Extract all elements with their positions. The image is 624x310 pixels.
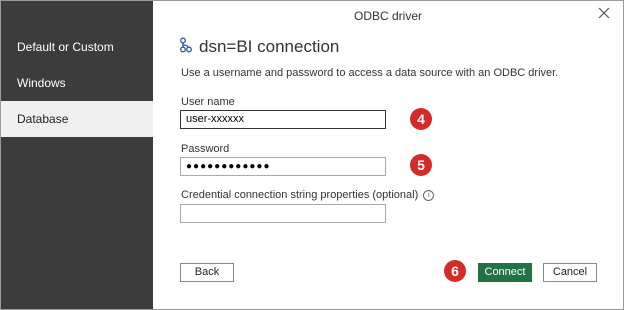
sidebar: Default or Custom Windows Database [1, 1, 153, 309]
page-heading: dsn=BI connection [179, 36, 339, 58]
username-input[interactable]: user-xxxxxx [180, 110, 386, 129]
password-input[interactable]: ●●●●●●●●●●●● [180, 157, 386, 176]
credential-label-text: Credential connection string properties … [181, 189, 419, 201]
username-label: User name [181, 96, 235, 108]
connect-button[interactable]: Connect [478, 263, 532, 282]
sidebar-item-label: Database [17, 112, 69, 126]
sidebar-item-default-or-custom[interactable]: Default or Custom [1, 29, 153, 65]
odbc-connection-icon [179, 37, 193, 58]
description-text: Use a username and password to access a … [181, 67, 559, 79]
password-label: Password [181, 143, 230, 155]
page-title: dsn=BI connection [199, 37, 340, 56]
credential-label: Credential connection string properties … [181, 189, 435, 201]
username-value: user-xxxxxx [186, 113, 245, 125]
odbc-driver-dialog: Default or Custom Windows Database ODBC … [0, 0, 624, 310]
callout-badge-connect: 6 [444, 260, 466, 282]
callout-badge-password: 5 [410, 154, 432, 176]
sidebar-item-windows[interactable]: Windows [1, 65, 153, 101]
credential-input[interactable] [180, 204, 386, 223]
sidebar-item-label: Default or Custom [17, 40, 114, 54]
cancel-button[interactable]: Cancel [543, 263, 597, 282]
sidebar-item-database[interactable]: Database [1, 101, 153, 137]
window-title: ODBC driver [353, 9, 422, 23]
password-value: ●●●●●●●●●●●● [186, 161, 271, 172]
callout-badge-username: 4 [410, 108, 432, 130]
sidebar-item-label: Windows [17, 76, 66, 90]
info-icon[interactable]: i [423, 189, 435, 201]
close-icon[interactable] [595, 4, 613, 22]
back-button[interactable]: Back [180, 263, 234, 282]
